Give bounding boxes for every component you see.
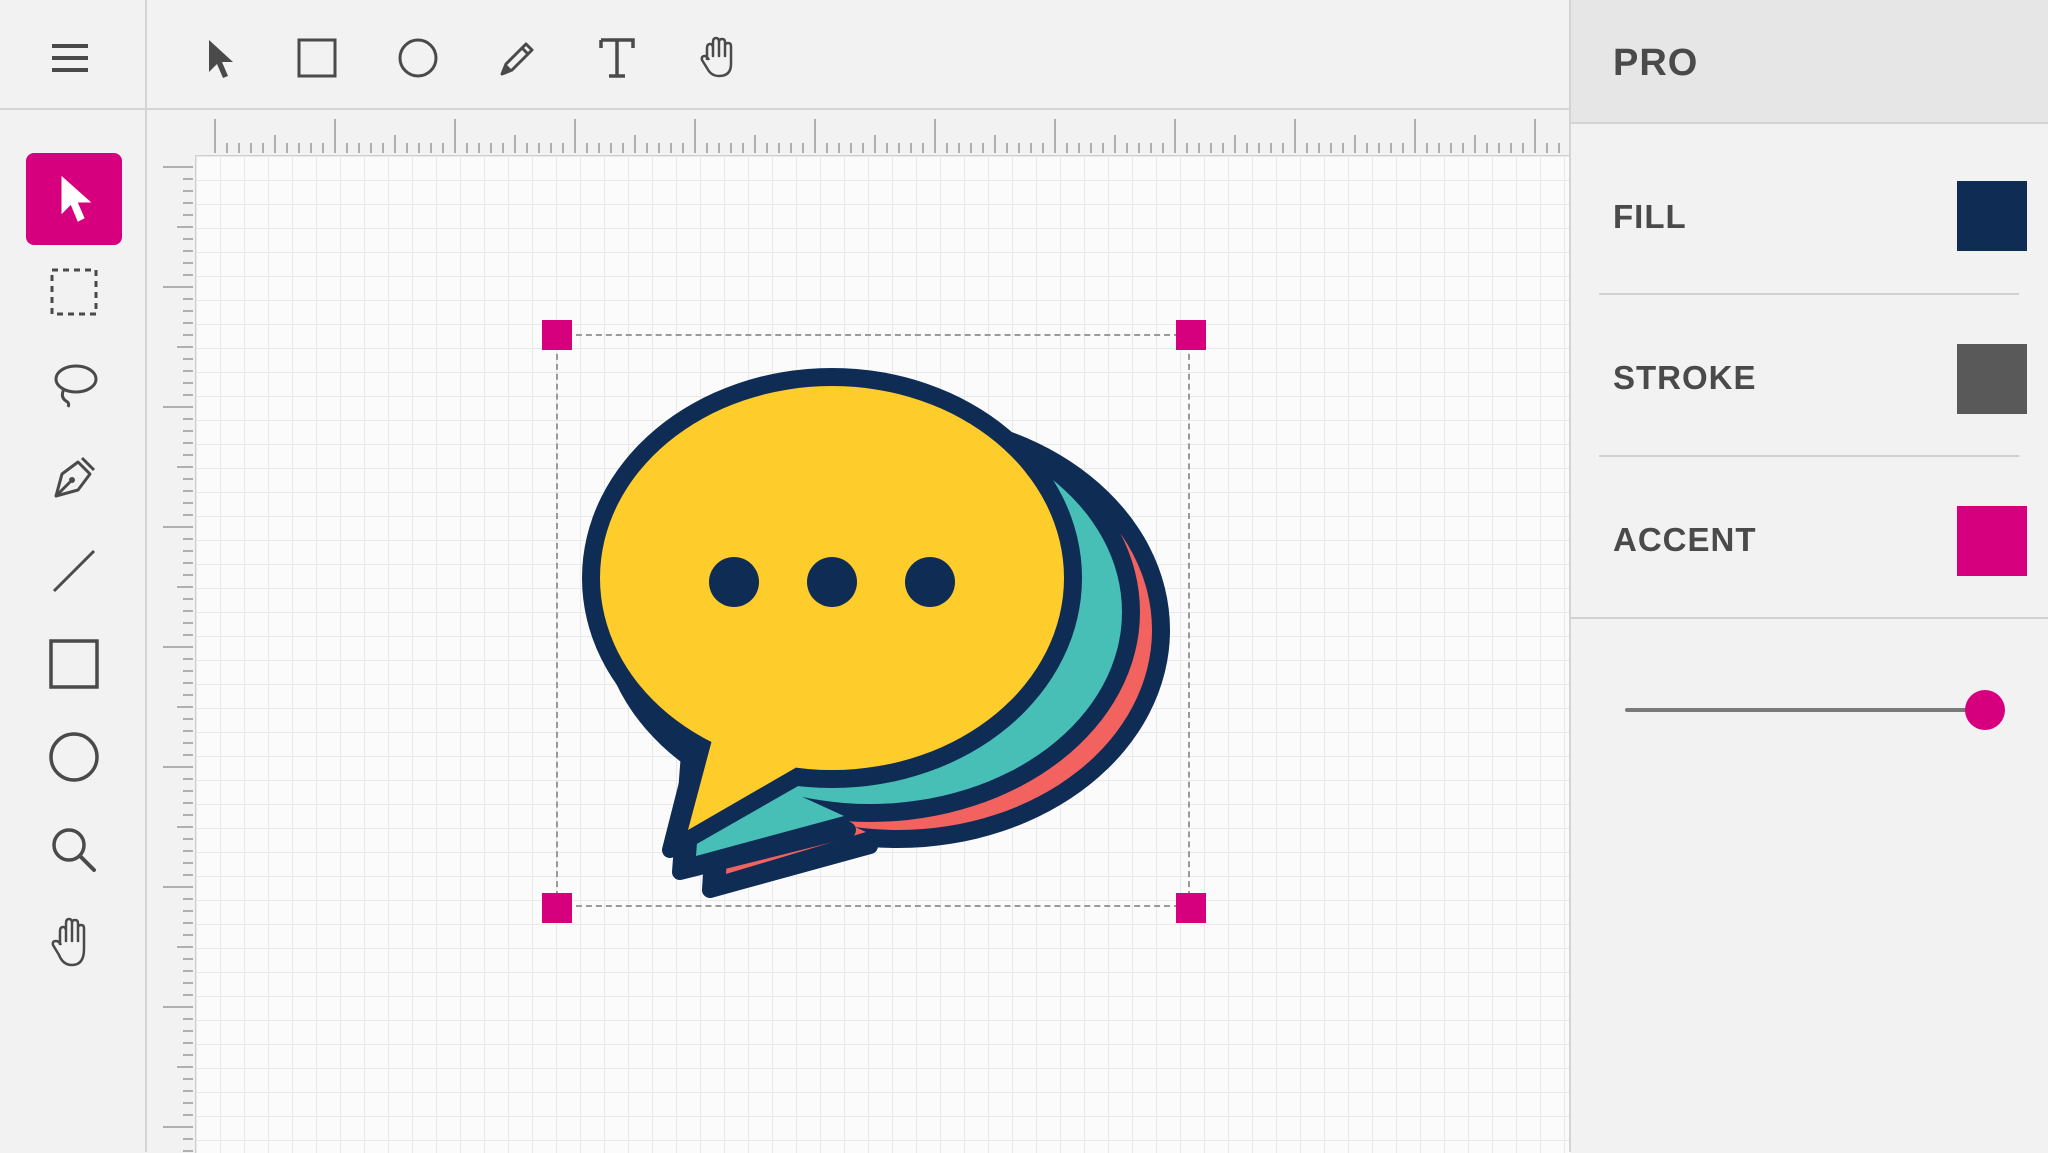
pencil-icon[interactable] bbox=[490, 30, 546, 86]
select-arrow-icon[interactable] bbox=[26, 153, 122, 245]
lasso-icon[interactable] bbox=[26, 339, 122, 431]
horizontal-ruler bbox=[214, 119, 1560, 153]
rectangle-tool-icon[interactable] bbox=[289, 30, 345, 86]
resize-handle-top-right[interactable] bbox=[1176, 320, 1206, 350]
accent-property-row: ACCENT bbox=[1599, 464, 2027, 624]
accent-color-swatch[interactable] bbox=[1957, 506, 2027, 576]
divider bbox=[1571, 617, 2048, 619]
rectangle-tool-icon[interactable] bbox=[26, 618, 122, 710]
top-toolbar bbox=[147, 0, 1569, 110]
opacity-slider[interactable] bbox=[1625, 690, 2005, 730]
menu-area bbox=[0, 0, 147, 110]
fill-property-row: FILL bbox=[1599, 140, 2027, 300]
line-tool-icon[interactable] bbox=[26, 525, 122, 617]
slider-track[interactable] bbox=[1625, 708, 1985, 712]
vertical-ruler bbox=[163, 166, 193, 1152]
properties-panel: PRO FILL STROKE ACCENT bbox=[1569, 0, 2048, 1152]
accent-label: ACCENT bbox=[1613, 521, 1757, 558]
hand-tool-icon[interactable] bbox=[26, 897, 122, 989]
fill-color-swatch[interactable] bbox=[1957, 181, 2027, 251]
pointer-icon[interactable] bbox=[191, 30, 247, 86]
slider-thumb[interactable] bbox=[1965, 690, 2005, 730]
divider bbox=[1599, 455, 2019, 457]
ellipse-tool-icon[interactable] bbox=[26, 711, 122, 803]
resize-handle-bottom-right[interactable] bbox=[1176, 893, 1206, 923]
panel-title: PRO bbox=[1613, 42, 1699, 84]
left-toolbar bbox=[0, 110, 147, 1152]
fill-label: FILL bbox=[1613, 198, 1687, 235]
pen-tool-icon[interactable] bbox=[26, 432, 122, 524]
text-tool-icon[interactable] bbox=[589, 30, 645, 86]
stroke-property-row: STROKE bbox=[1599, 302, 2027, 462]
hamburger-menu-icon[interactable] bbox=[48, 38, 100, 78]
selection-bounding-box bbox=[556, 334, 1190, 907]
stroke-label: STROKE bbox=[1613, 359, 1757, 396]
resize-handle-bottom-left[interactable] bbox=[542, 893, 572, 923]
resize-handle-top-left[interactable] bbox=[542, 320, 572, 350]
divider bbox=[1599, 293, 2019, 295]
hand-tool-icon[interactable] bbox=[691, 30, 747, 86]
ellipse-tool-icon[interactable] bbox=[390, 30, 446, 86]
stroke-color-swatch[interactable] bbox=[1957, 344, 2027, 414]
panel-header: PRO bbox=[1571, 0, 2048, 124]
zoom-icon[interactable] bbox=[26, 804, 122, 896]
marquee-select-icon[interactable] bbox=[26, 246, 122, 338]
